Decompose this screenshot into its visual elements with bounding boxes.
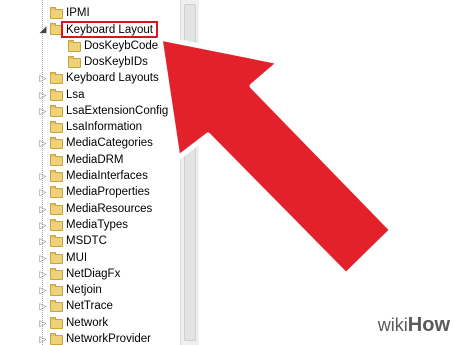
watermark-how: How	[407, 314, 450, 336]
arrow-shape	[157, 35, 395, 278]
big-arrow-pointer-icon	[157, 35, 395, 278]
wikihow-watermark: wikiHow	[378, 314, 450, 337]
watermark-wiki: wiki	[377, 315, 408, 335]
